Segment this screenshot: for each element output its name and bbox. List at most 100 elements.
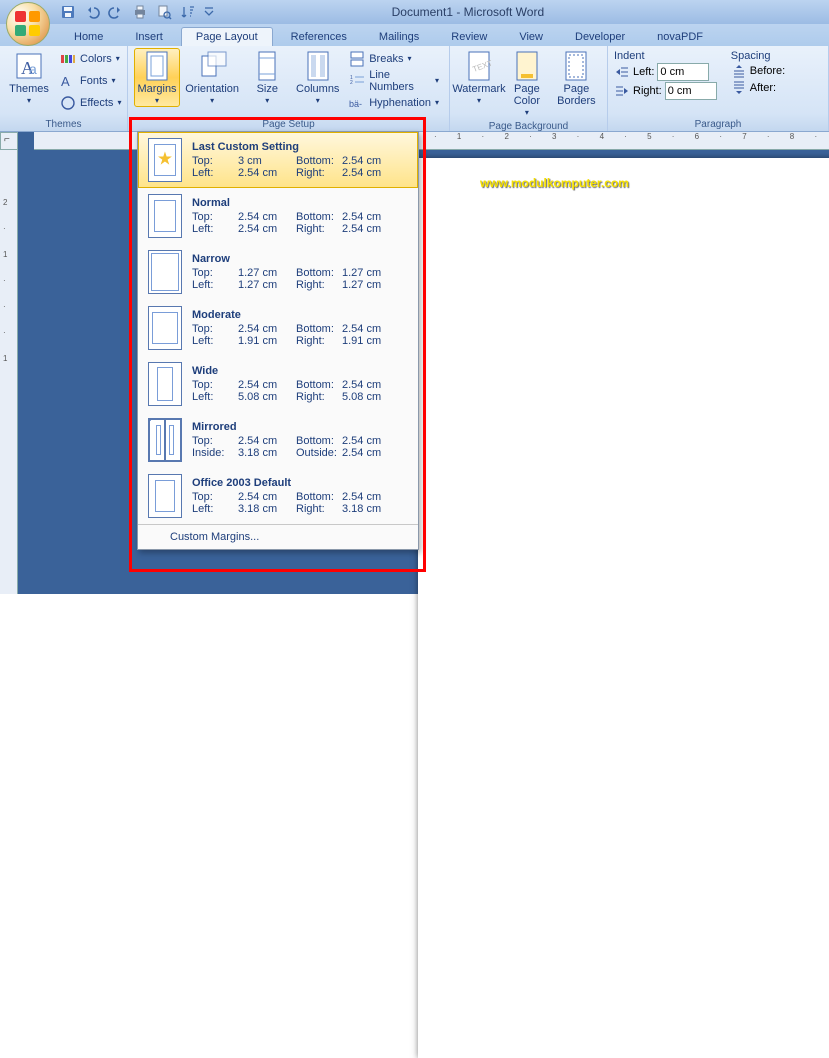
page-borders-button[interactable]: Page Borders [552, 48, 601, 109]
margin-values-row: Top:2.54 cmBottom:2.54 cm [192, 491, 408, 503]
margins-option-wide[interactable]: WideTop:2.54 cmBottom:2.54 cmLeft:5.08 c… [138, 356, 418, 412]
line-numbers-button[interactable]: 12 Line Numbers ▾ [345, 70, 443, 91]
undo-icon[interactable] [84, 4, 100, 20]
breaks-button[interactable]: Breaks ▾ [345, 48, 443, 69]
margin-values-row: Top:1.27 cmBottom:1.27 cm [192, 267, 408, 279]
margin-values-row: Left:2.54 cmRight:2.54 cm [192, 223, 408, 235]
margin-values-row: Inside:3.18 cmOutside:2.54 cm [192, 447, 408, 459]
document-page[interactable] [418, 158, 829, 1058]
svg-text:a: a [29, 61, 37, 77]
sort-icon[interactable] [180, 4, 196, 20]
indent-right-label: Right: [633, 85, 662, 97]
group-page-setup-label: Page Setup [134, 117, 443, 131]
office-button[interactable] [6, 2, 50, 46]
window-title: Document1 - Microsoft Word [392, 5, 545, 19]
chevron-down-icon: ▾ [265, 96, 269, 105]
tab-home[interactable]: Home [60, 28, 117, 46]
indent-left-input[interactable] [657, 63, 709, 81]
tab-page-layout[interactable]: Page Layout [181, 27, 273, 46]
margins-option-custom[interactable]: Last Custom SettingTop:3 cmBottom:2.54 c… [138, 132, 418, 188]
tab-novapdf[interactable]: novaPDF [643, 28, 717, 46]
effects-icon [60, 95, 76, 111]
size-button[interactable]: Size ▾ [244, 48, 290, 107]
margin-option-title: Wide [192, 365, 408, 377]
tab-references[interactable]: References [277, 28, 361, 46]
breaks-label: Breaks [369, 53, 403, 65]
tab-developer[interactable]: Developer [561, 28, 639, 46]
margin-thumb-icon [148, 418, 182, 462]
chevron-down-icon: ▾ [407, 54, 411, 63]
svg-text:2: 2 [350, 80, 353, 86]
tab-insert[interactable]: Insert [121, 28, 177, 46]
watermark-button[interactable]: TEXT Watermark ▾ [456, 48, 502, 107]
watermark-icon: TEXT [463, 50, 495, 82]
quick-access-toolbar [60, 4, 214, 20]
margins-option-narrow[interactable]: NarrowTop:1.27 cmBottom:1.27 cmLeft:1.27… [138, 244, 418, 300]
qat-customize-icon[interactable] [204, 4, 214, 20]
chevron-down-icon: ▾ [435, 76, 439, 85]
margin-option-title: Office 2003 Default [192, 477, 408, 489]
vertical-ruler[interactable]: 2·1···1 [0, 150, 18, 594]
margins-option-normal[interactable]: NormalTop:2.54 cmBottom:2.54 cmLeft:2.54… [138, 188, 418, 244]
page-color-label: Page Color [510, 83, 544, 107]
margin-values-row: Left:2.54 cmRight:2.54 cm [192, 167, 408, 179]
tab-mailings[interactable]: Mailings [365, 28, 433, 46]
themes-icon: Aa [13, 50, 45, 82]
tab-view[interactable]: View [505, 28, 557, 46]
margins-option-mirrored[interactable]: Mirrored Top:2.54 cmBottom:2.54 cmInside:… [138, 412, 418, 468]
custom-margins-button[interactable]: Custom Margins... [138, 524, 418, 549]
colors-label: Colors [80, 53, 112, 65]
margin-option-title: Normal [192, 197, 408, 209]
orientation-button[interactable]: Orientation ▾ [184, 48, 240, 107]
chevron-down-icon: ▾ [435, 98, 439, 107]
columns-button[interactable]: Columns ▾ [294, 48, 341, 107]
spacing-before-icon [731, 63, 747, 79]
redo-icon[interactable] [108, 4, 124, 20]
group-paragraph-label: Paragraph [614, 117, 822, 131]
ruler-ticks: · 1 · 2 · 3 · 4 · 5 · 6 · 7 · 8 · 9 · 10… [434, 132, 829, 141]
themes-button[interactable]: Aa Themes ▾ [6, 48, 52, 107]
line-numbers-icon: 12 [349, 73, 365, 89]
margin-option-text: NormalTop:2.54 cmBottom:2.54 cmLeft:2.54… [192, 197, 408, 235]
vruler-ticks: 2·1···1 [3, 190, 7, 372]
margin-option-text: ModerateTop:2.54 cmBottom:2.54 cmLeft:1.… [192, 309, 408, 347]
chevron-down-icon: ▾ [477, 96, 481, 105]
group-themes: Aa Themes ▾ Colors ▾ A Fonts ▾ Effects [0, 46, 128, 131]
print-preview-icon[interactable] [156, 4, 172, 20]
chevron-down-icon: ▾ [316, 96, 320, 105]
ruler-corner[interactable] [0, 132, 18, 150]
colors-icon [60, 51, 76, 67]
margin-values-row: Top:2.54 cmBottom:2.54 cm [192, 435, 408, 447]
margin-option-text: Last Custom SettingTop:3 cmBottom:2.54 c… [192, 141, 408, 179]
theme-effects-button[interactable]: Effects ▾ [56, 92, 125, 113]
chevron-down-icon: ▾ [117, 98, 121, 107]
margin-values-row: Left:5.08 cmRight:5.08 cm [192, 391, 408, 403]
margin-values-row: Left:1.91 cmRight:1.91 cm [192, 335, 408, 347]
margins-button[interactable]: Margins ▾ [134, 48, 180, 107]
margins-label: Margins [137, 83, 176, 95]
effects-label: Effects [80, 97, 113, 109]
columns-icon [302, 50, 334, 82]
margins-option-o2003[interactable]: Office 2003 Default Top:2.54 cmBottom:2.5… [138, 468, 418, 524]
margins-option-moderate[interactable]: ModerateTop:2.54 cmBottom:2.54 cmLeft:1.… [138, 300, 418, 356]
indent-right-input[interactable] [665, 82, 717, 100]
fonts-icon: A [60, 73, 76, 89]
group-themes-label: Themes [6, 117, 121, 131]
indent-left-label: Left: [633, 66, 654, 78]
page-color-button[interactable]: Page Color ▾ [506, 48, 548, 119]
columns-label: Columns [296, 83, 339, 95]
indent-right-icon [614, 83, 630, 99]
margin-option-title: Moderate [192, 309, 408, 321]
margin-thumb-icon [148, 362, 182, 406]
theme-fonts-button[interactable]: A Fonts ▾ [56, 70, 125, 91]
print-icon[interactable] [132, 4, 148, 20]
save-icon[interactable] [60, 4, 76, 20]
margin-option-title: Mirrored [192, 421, 408, 433]
tab-review[interactable]: Review [437, 28, 501, 46]
margin-values-row: Left:1.27 cmRight:1.27 cm [192, 279, 408, 291]
indent-left-icon [614, 64, 630, 80]
theme-colors-button[interactable]: Colors ▾ [56, 48, 125, 69]
margin-values-row: Top:3 cmBottom:2.54 cm [192, 155, 408, 167]
svg-text:A: A [61, 74, 70, 89]
hyphenation-button[interactable]: bä- Hyphenation ▾ [345, 92, 443, 113]
